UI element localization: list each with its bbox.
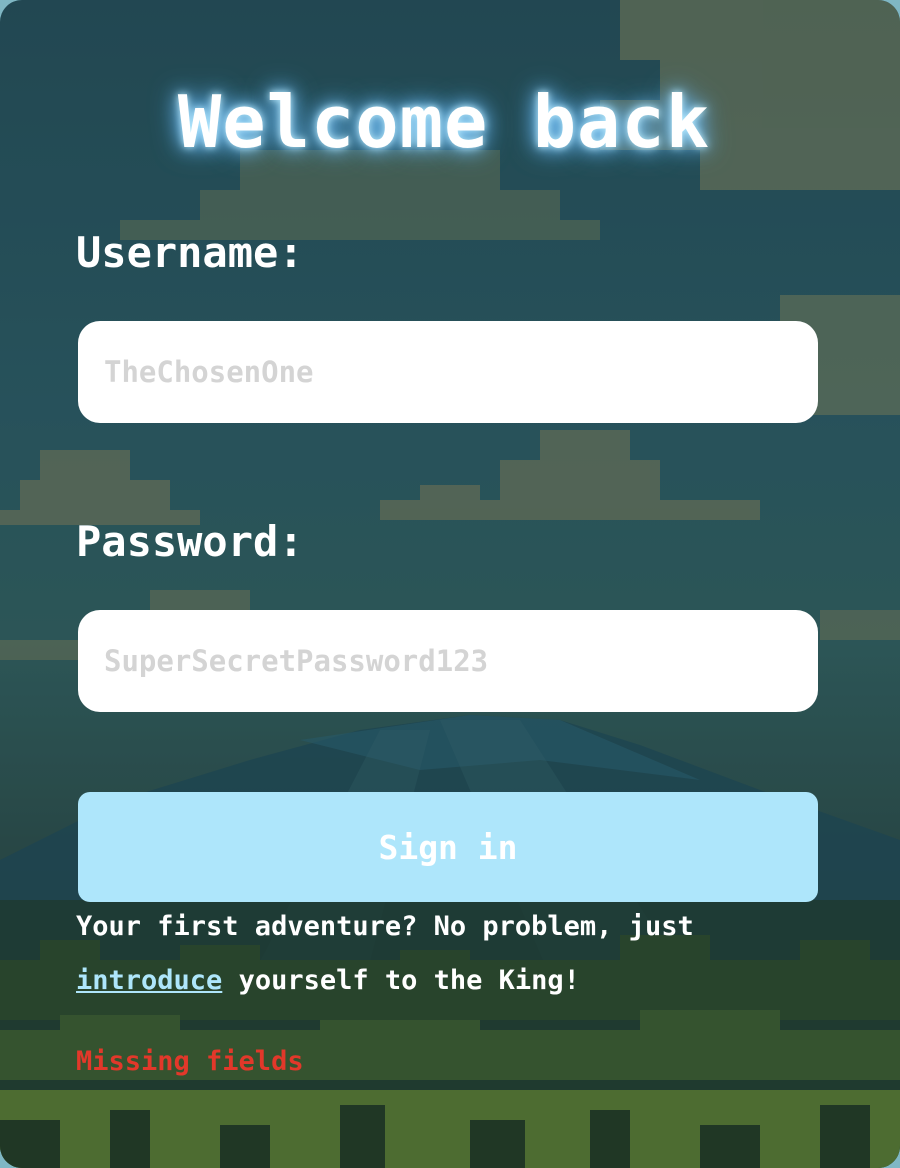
page-title: Welcome back <box>177 80 711 164</box>
introduce-link[interactable]: introduce <box>76 965 222 996</box>
error-message: Missing fields <box>76 1046 304 1077</box>
signup-prompt: Your first adventure? No problem, just i… <box>76 900 836 1008</box>
login-card: Welcome back Username: Password: Sign in… <box>0 0 900 1168</box>
username-label: Username: <box>76 228 304 277</box>
sign-in-button[interactable]: Sign in <box>78 792 818 902</box>
signup-prompt-suffix: yourself to the King! <box>222 965 580 996</box>
username-input[interactable] <box>78 321 818 423</box>
password-input[interactable] <box>78 610 818 712</box>
password-label: Password: <box>76 517 304 566</box>
signup-prompt-prefix: Your first adventure? No problem, just <box>76 911 694 942</box>
